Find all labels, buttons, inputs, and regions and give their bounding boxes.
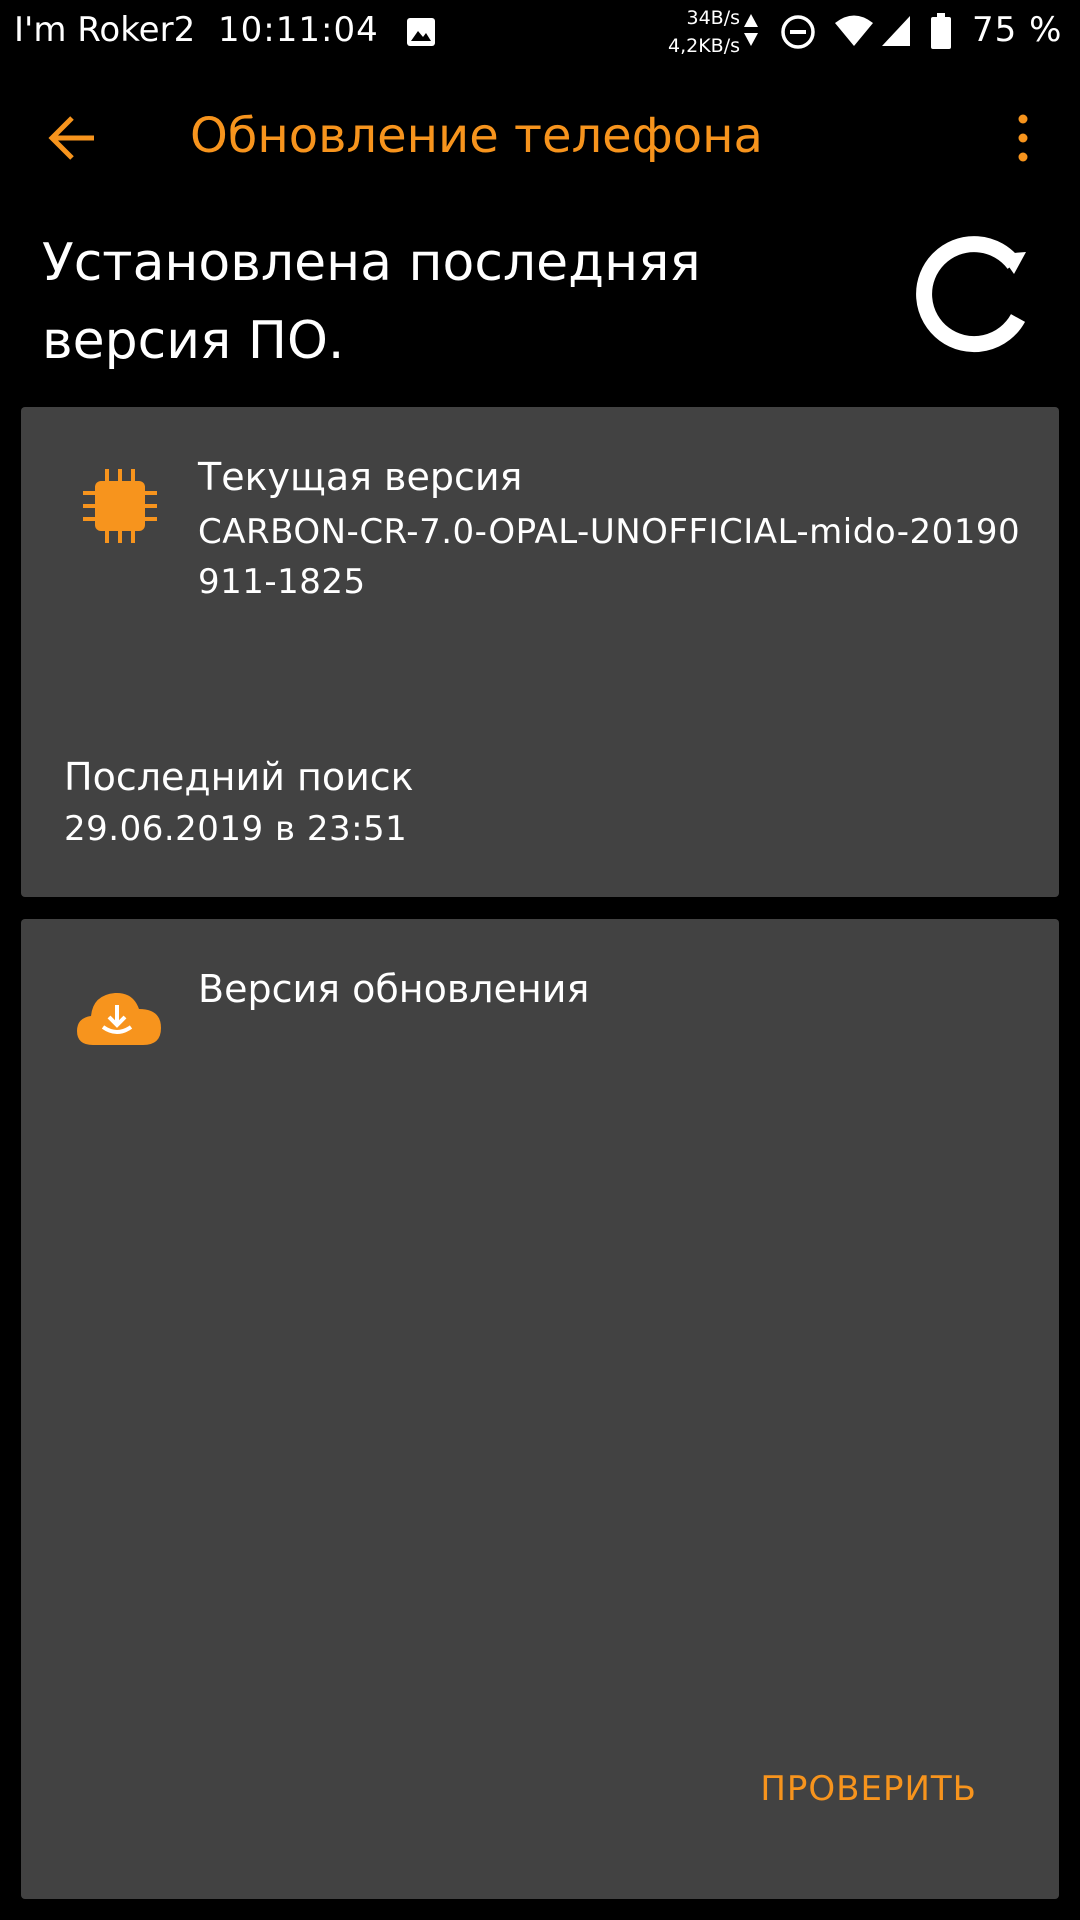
app-bar: Обновление телефона <box>0 66 1080 210</box>
data-activity-icon <box>744 14 758 46</box>
wifi-icon <box>835 15 873 46</box>
update-status-heading: Установлена последняя версия ПО. <box>42 233 701 371</box>
download-speed: 4,2KB/s <box>667 35 740 57</box>
status-bar: I'm Roker2 10:11:04 34B/s 4,2KB/s 75 % <box>0 0 1080 66</box>
do-not-disturb-icon <box>781 15 815 49</box>
current-version-label: Текущая версия <box>198 455 523 499</box>
upload-speed: 34B/s <box>686 7 740 29</box>
current-version-card: Текущая версия CARBON-CR-7.0-OPAL-UNOFFI… <box>21 407 1059 897</box>
page-title: Обновление телефона <box>190 108 763 164</box>
last-search-value: 29.06.2019 в 23:51 <box>64 809 408 849</box>
carbon-rom-logo-icon <box>916 236 1026 353</box>
carrier-name: I'm Roker2 <box>14 10 196 50</box>
more-vert-icon[interactable] <box>1006 110 1040 166</box>
check-update-button[interactable]: ПРОВЕРИТЬ <box>760 1769 977 1809</box>
image-notification-icon <box>407 18 435 46</box>
arrow-back-icon[interactable] <box>44 110 100 166</box>
cloud-download-icon <box>77 992 161 1045</box>
current-version-value: CARBON-CR-7.0-OPAL-UNOFFICIAL-mido-20190… <box>198 512 1021 602</box>
update-version-label: Версия обновления <box>198 967 590 1011</box>
battery-percent: 75 % <box>972 10 1063 50</box>
update-version-card: Версия обновления ПРОВЕРИТЬ <box>21 919 1059 1899</box>
screen: I'm Roker2 10:11:04 34B/s 4,2KB/s 75 % О… <box>0 0 1080 1920</box>
chip-icon <box>83 469 157 543</box>
battery-icon <box>931 13 951 49</box>
cell-signal-icon <box>882 16 910 46</box>
last-search-label: Последний поиск <box>64 755 414 799</box>
clock: 10:11:04 <box>218 10 379 50</box>
network-speed: 34B/s 4,2KB/s <box>640 4 740 60</box>
